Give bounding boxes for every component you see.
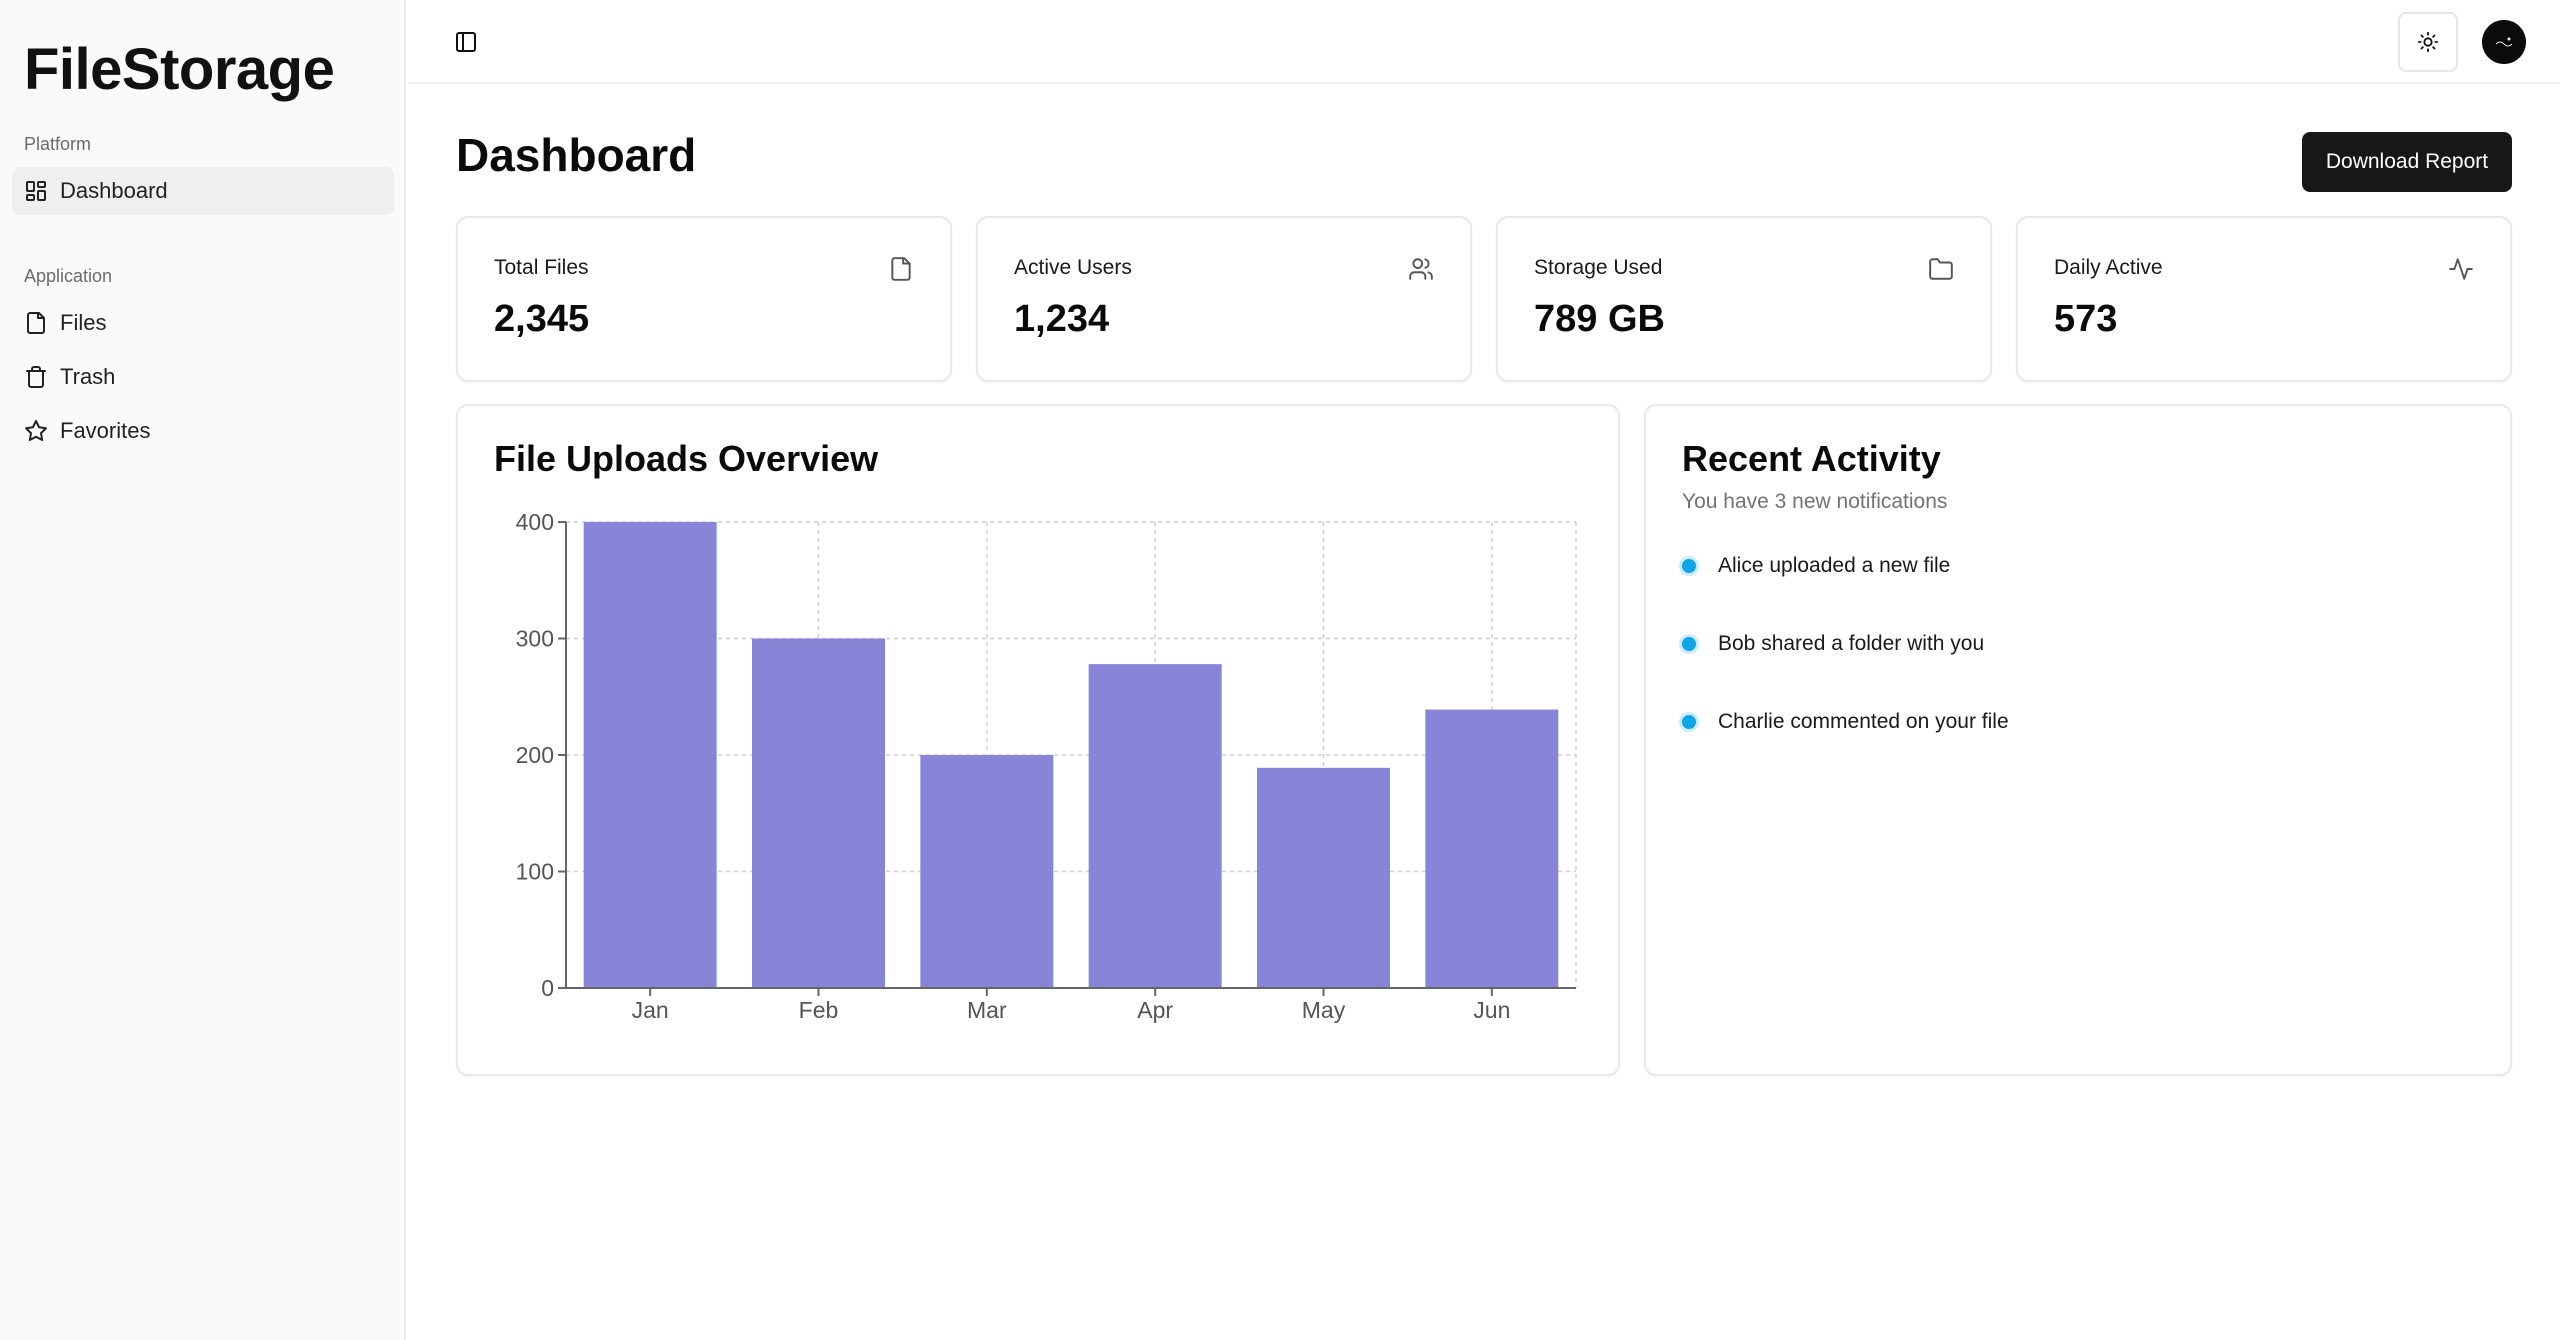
sidebar-toggle-button[interactable] xyxy=(446,22,486,62)
file-icon xyxy=(27,312,45,334)
y-tick-label: 0 xyxy=(541,975,554,1001)
sidebar-item-files[interactable]: Files xyxy=(12,299,394,347)
sidebar-toggle-icon xyxy=(456,32,476,52)
x-tick-label: May xyxy=(1302,997,1346,1023)
sidebar-item-label: Trash xyxy=(60,364,116,389)
notification-dot xyxy=(1682,559,1696,573)
sidebar-item-label: Favorites xyxy=(60,418,151,443)
notification-dot xyxy=(1682,637,1696,651)
chart-bar-mar xyxy=(920,755,1054,988)
activity-item: Charlie commented on your file xyxy=(1682,710,2009,734)
sidebar-item-label: Files xyxy=(60,310,107,335)
user-avatar[interactable] xyxy=(2482,20,2526,64)
stat-value: 2,345 xyxy=(494,298,590,340)
activity-text: Bob shared a folder with you xyxy=(1718,632,1985,655)
stat-card-storage-used: Storage Used 789 GB xyxy=(1496,216,1992,382)
stat-value: 1,234 xyxy=(1014,298,1110,340)
star-icon xyxy=(25,420,47,442)
nav-group-label-platform: Platform xyxy=(24,134,92,154)
x-tick-label: Apr xyxy=(1137,997,1173,1023)
activity-icon xyxy=(2449,258,2473,280)
y-tick-label: 100 xyxy=(516,859,554,885)
folder-icon xyxy=(1929,258,1953,280)
x-tick-label: Jun xyxy=(1473,997,1510,1023)
stat-label: Daily Active xyxy=(2054,256,2163,279)
sun-icon xyxy=(2417,31,2439,53)
chart-bar-may xyxy=(1257,767,1390,988)
uploads-chart-panel: File Uploads Overview 0 100 200 300 400 Jan Fe… xyxy=(456,404,1620,1076)
y-tick-label: 400 xyxy=(516,509,554,535)
download-report-button[interactable]: Download Report xyxy=(2302,132,2512,192)
avatar-image xyxy=(2482,20,2526,64)
stat-card-total-files: Total Files 2,345 xyxy=(456,216,952,382)
users-icon xyxy=(1409,258,1433,280)
x-tick-label: Feb xyxy=(799,997,839,1023)
chart-bar-jun xyxy=(1425,709,1559,988)
sidebar-item-label: Dashboard xyxy=(60,178,168,203)
activity-item: Bob shared a folder with you xyxy=(1682,632,1984,656)
activity-title: Recent Activity xyxy=(1682,438,1941,479)
sidebar-item-dashboard[interactable]: Dashboard xyxy=(12,167,394,215)
recent-activity-panel: Recent Activity You have 3 new notificat… xyxy=(1644,404,2512,1076)
page-title: Dashboard xyxy=(456,129,697,181)
x-tick-label: Mar xyxy=(967,997,1007,1023)
stat-label: Active Users xyxy=(1014,256,1132,279)
x-tick-label: Jan xyxy=(632,997,669,1023)
sidebar-item-favorites[interactable]: Favorites xyxy=(12,407,394,455)
sidebar-item-trash[interactable]: Trash xyxy=(12,353,394,401)
chart-bar-jan xyxy=(583,522,717,988)
theme-toggle-button[interactable] xyxy=(2398,12,2458,72)
uploads-bar-chart: 0 100 200 300 400 Jan Feb Mar Apr May Jun xyxy=(516,509,1577,1023)
activity-subtitle: You have 3 new notifications xyxy=(1682,490,1948,513)
sidebar: FileStorage Platform Dashboard Applicati… xyxy=(0,0,406,1340)
activity-text: Charlie commented on your file xyxy=(1718,710,2009,733)
chart-bar-feb xyxy=(752,638,885,988)
stat-card-active-users: Active Users 1,234 xyxy=(976,216,1472,382)
y-tick-label: 300 xyxy=(516,626,554,652)
stat-label: Total Files xyxy=(494,256,589,279)
dashboard-grid-icon xyxy=(26,181,46,201)
app-brand: FileStorage xyxy=(24,37,335,102)
stat-label: Storage Used xyxy=(1534,256,1663,279)
chart-bar-apr xyxy=(1088,664,1222,988)
top-bar xyxy=(408,0,2560,84)
stat-card-daily-active: Daily Active 573 xyxy=(2016,216,2512,382)
trash-icon xyxy=(26,366,46,388)
file-icon xyxy=(891,257,911,281)
y-tick-label: 200 xyxy=(516,742,554,768)
notification-dot xyxy=(1682,715,1696,729)
activity-text: Alice uploaded a new file xyxy=(1718,554,1951,577)
nav-group-label-application: Application xyxy=(24,266,113,286)
stat-value: 789 GB xyxy=(1534,298,1665,340)
activity-item: Alice uploaded a new file xyxy=(1682,554,1950,578)
stat-value: 573 xyxy=(2054,298,2118,340)
